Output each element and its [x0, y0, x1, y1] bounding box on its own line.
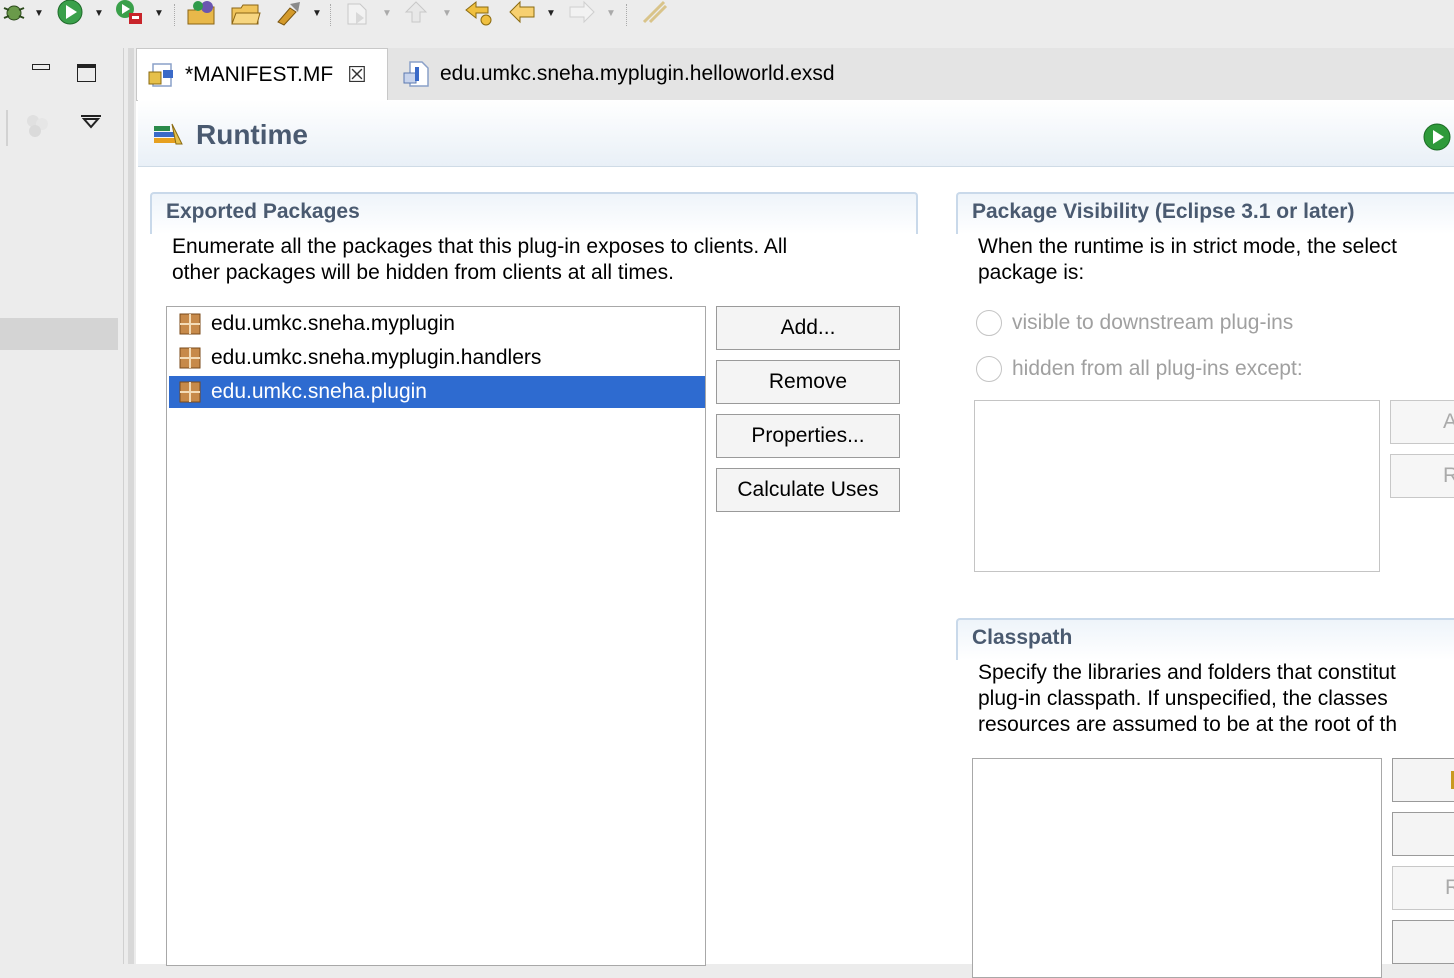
exported-packages-list[interactable]: edu.umkc.sneha.myplugin edu.umkc.sneha.m…	[166, 306, 706, 966]
run-icon[interactable]	[56, 0, 84, 26]
schema-file-icon	[403, 61, 429, 87]
page-title: Runtime	[196, 119, 308, 150]
external-tools-icon[interactable]	[114, 0, 142, 26]
run-icon[interactable]	[1422, 122, 1452, 152]
last-edit-icon[interactable]	[464, 0, 492, 26]
toolbar-separator	[174, 4, 176, 26]
radio-label: visible to downstream plug-ins	[1012, 311, 1294, 334]
chevron-down-icon[interactable]: ▼	[606, 8, 616, 19]
radio-button[interactable]	[976, 310, 1002, 336]
new-project-icon[interactable]	[186, 0, 215, 26]
next-annotation-icon[interactable]	[344, 0, 372, 26]
filter-icon[interactable]	[24, 112, 52, 140]
main-toolbar: ▼ ▼ ▼ ▼ ▼ ▼ ▼ ▼	[0, 0, 1454, 42]
left-panel	[0, 48, 124, 964]
chevron-down-icon[interactable]: ▼	[442, 8, 452, 19]
debug-icon[interactable]	[0, 0, 28, 26]
divider	[6, 110, 8, 146]
description-line: Specify the libraries and folders that c…	[978, 661, 1396, 684]
back-icon[interactable]	[508, 0, 536, 26]
tab-exsd[interactable]: edu.umkc.sneha.myplugin.helloworld.exsd	[392, 48, 912, 100]
close-icon[interactable]: ☒	[347, 62, 367, 88]
classpath-remove-button[interactable]: R	[1392, 866, 1454, 910]
description-line: plug-in classpath. If unspecified, the c…	[978, 687, 1388, 710]
list-item[interactable]: edu.umkc.sneha.myplugin	[169, 308, 705, 340]
sash[interactable]	[128, 48, 134, 964]
prev-annotation-icon[interactable]	[402, 0, 430, 26]
editor-tab-bar: *MANIFEST.MF ☒ edu.umkc.sneha.myplugin.h…	[136, 48, 1454, 101]
radio-label: hidden from all plug-ins except:	[1012, 357, 1303, 380]
classpath-new-button[interactable]	[1392, 812, 1454, 856]
forward-icon[interactable]	[568, 0, 596, 26]
visibility-add-button[interactable]: A	[1390, 400, 1454, 444]
section-title-visibility[interactable]: Package Visibility (Eclipse 3.1 or later…	[972, 200, 1354, 224]
selected-row[interactable]	[0, 318, 118, 350]
radio-button[interactable]	[976, 356, 1002, 382]
list-item[interactable]: edu.umkc.sneha.myplugin.handlers	[169, 342, 705, 374]
list-item-selected[interactable]: edu.umkc.sneha.plugin	[169, 376, 705, 408]
classpath-list[interactable]	[972, 758, 1382, 978]
package-name: edu.umkc.sneha.myplugin	[211, 312, 455, 335]
description-line: Enumerate all the packages that this plu…	[172, 235, 788, 258]
classpath-add-button[interactable]	[1392, 758, 1454, 802]
chevron-down-icon[interactable]: ▼	[382, 8, 392, 19]
visibility-description: When the runtime is in strict mode, the …	[978, 234, 1397, 286]
tab-label: *MANIFEST.MF	[185, 62, 334, 86]
chevron-down-icon[interactable]: ▼	[34, 8, 44, 19]
radio-hidden-except[interactable]: hidden from all plug-ins except:	[976, 356, 1303, 382]
exported-description: Enumerate all the packages that this plu…	[172, 234, 787, 286]
runtime-icon	[152, 120, 184, 148]
add-button[interactable]: Add...	[716, 306, 900, 350]
classpath-description: Specify the libraries and folders that c…	[978, 660, 1397, 738]
toolbar-separator	[626, 4, 628, 26]
classpath-up-button[interactable]	[1392, 920, 1454, 964]
section-title-exported[interactable]: Exported Packages	[166, 200, 360, 224]
chevron-down-icon[interactable]: ▼	[546, 8, 556, 19]
visibility-remove-button[interactable]: R	[1390, 454, 1454, 498]
package-name: edu.umkc.sneha.myplugin.handlers	[211, 346, 542, 369]
plugin-manifest-icon	[148, 62, 173, 87]
chevron-down-icon[interactable]: ▼	[154, 8, 164, 19]
package-icon	[179, 313, 201, 335]
description-line: other packages will be hidden from clien…	[172, 261, 674, 284]
package-name: edu.umkc.sneha.plugin	[211, 380, 427, 403]
package-icon	[179, 381, 201, 403]
chevron-down-icon[interactable]: ▼	[312, 8, 322, 19]
section-title-classpath[interactable]: Classpath	[972, 626, 1072, 650]
form-header: Runtime	[138, 100, 1454, 167]
description-line: When the runtime is in strict mode, the …	[978, 235, 1398, 258]
description-line: resources are assumed to be at the root …	[978, 713, 1398, 736]
tab-label: edu.umkc.sneha.myplugin.helloworld.exsd	[440, 62, 835, 85]
tool-icon[interactable]	[274, 0, 302, 26]
package-icon	[179, 347, 201, 369]
maximize-icon[interactable]	[77, 64, 96, 82]
tab-manifest[interactable]: *MANIFEST.MF ☒	[136, 48, 388, 100]
description-line: package is:	[978, 261, 1085, 284]
properties-button[interactable]: Properties...	[716, 414, 900, 458]
radio-visible-downstream[interactable]: visible to downstream plug-ins	[976, 310, 1293, 336]
remove-button[interactable]: Remove	[716, 360, 900, 404]
toolbar-separator	[330, 4, 332, 26]
view-menu-icon[interactable]	[80, 114, 102, 130]
open-folder-icon[interactable]	[230, 0, 261, 26]
visible-plugins-list[interactable]	[974, 400, 1380, 572]
calculate-uses-button[interactable]: Calculate Uses	[716, 468, 900, 512]
pin-icon[interactable]	[640, 0, 668, 26]
chevron-down-icon[interactable]: ▼	[94, 8, 104, 19]
minimize-icon[interactable]	[32, 64, 50, 70]
